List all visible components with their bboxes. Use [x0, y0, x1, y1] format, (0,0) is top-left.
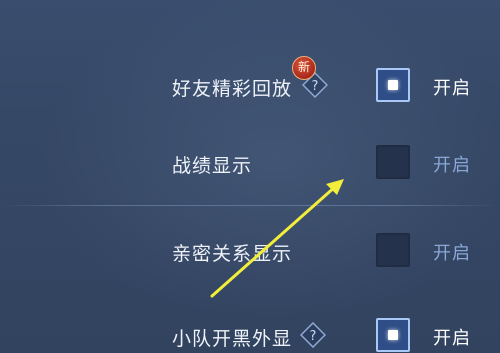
annotation-arrow-icon — [210, 179, 344, 298]
